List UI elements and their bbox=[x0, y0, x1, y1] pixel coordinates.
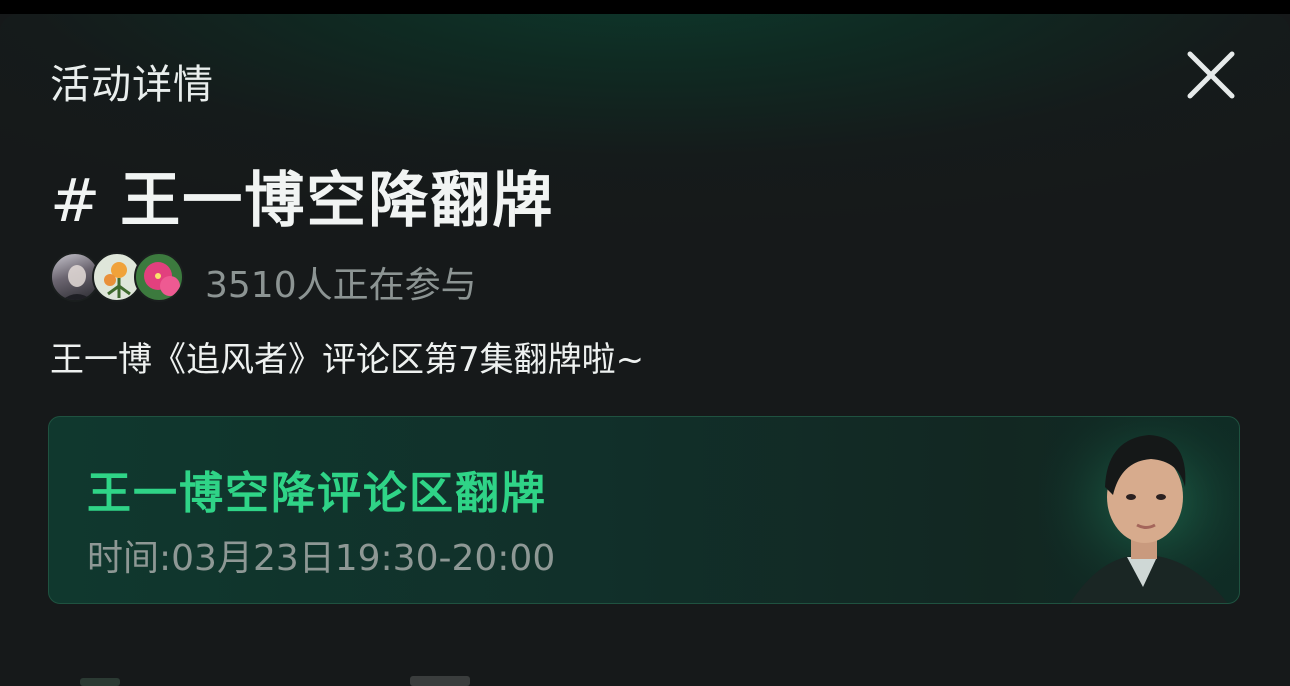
status-bar-edge bbox=[0, 0, 1290, 14]
header-title: 活动详情 bbox=[50, 62, 214, 108]
event-card[interactable]: 王一博空降评论区翻牌 时间:03月23日19:30-20:00 bbox=[48, 416, 1240, 604]
hashtag-icon: # bbox=[50, 166, 103, 236]
event-time: 时间:03月23日19:30-20:00 bbox=[87, 538, 556, 579]
topic-heading: # 王一博空降翻牌 bbox=[50, 152, 554, 239]
close-icon bbox=[1187, 51, 1235, 99]
participant-avatars[interactable] bbox=[50, 252, 190, 304]
close-button[interactable] bbox=[1184, 50, 1238, 100]
portrait-image bbox=[1039, 417, 1239, 603]
topic-title: 王一博空降翻牌 bbox=[120, 166, 555, 236]
participant-count: 3510人正在参与 bbox=[205, 265, 477, 306]
activity-description: 王一博《追风者》评论区第7集翻牌啦~ bbox=[50, 340, 645, 380]
event-title: 王一博空降评论区翻牌 bbox=[87, 468, 547, 519]
avatar bbox=[134, 252, 184, 302]
next-content-peek bbox=[80, 676, 470, 686]
